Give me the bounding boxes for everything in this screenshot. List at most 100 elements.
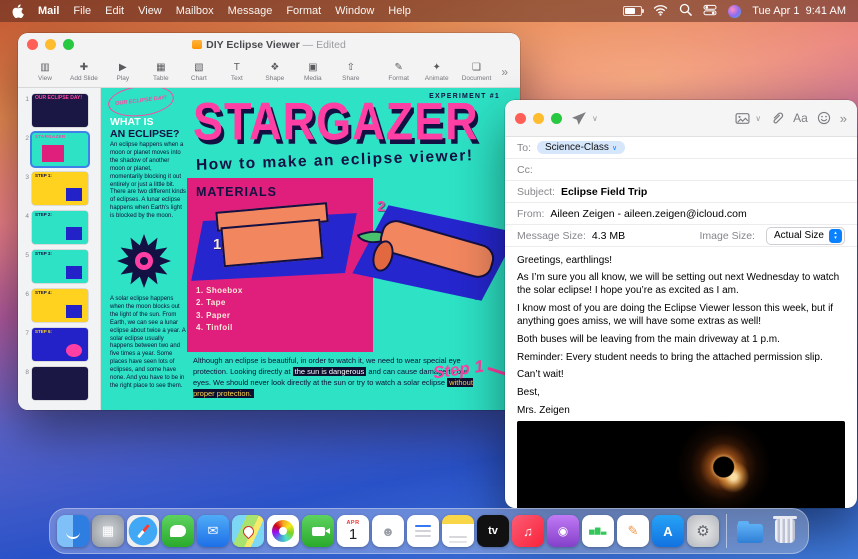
- dock-mail-icon[interactable]: ✉: [197, 515, 229, 547]
- from-field[interactable]: From: Aileen Zeigen - aileen.zeigen@iclo…: [505, 203, 857, 225]
- battery-icon[interactable]: [623, 6, 642, 16]
- keynote-toolbar-button[interactable]: ▣ Media: [294, 62, 332, 82]
- mail-message-body[interactable]: Greetings, earthlings!As I’m sure you al…: [505, 247, 857, 508]
- zoom-button[interactable]: [63, 39, 74, 50]
- dock-messages-icon[interactable]: [162, 515, 194, 547]
- message-paragraph: I know most of you are doing the Eclipse…: [517, 302, 845, 328]
- menu-item[interactable]: Format: [286, 5, 321, 17]
- keynote-titlebar[interactable]: DIY Eclipse Viewer — Edited: [18, 33, 520, 56]
- toolbar-button-icon: T: [234, 62, 240, 74]
- recipient-token[interactable]: Science-Class ∨: [537, 141, 625, 154]
- slide-thumbnail-row[interactable]: 5 STEP 3:: [19, 250, 97, 283]
- keynote-toolbar-button[interactable]: T Text: [218, 62, 256, 82]
- apple-menu[interactable]: [12, 4, 24, 18]
- keynote-toolbar-button[interactable]: ▶ Play: [104, 62, 142, 82]
- popup-arrows-icon: ▴ ▾: [829, 229, 842, 243]
- photo-browser-icon[interactable]: [735, 112, 750, 125]
- chevron-down-icon[interactable]: ∨: [592, 114, 598, 123]
- subject-field[interactable]: Subject: Eclipse Field Trip: [505, 181, 857, 203]
- keynote-toolbar-button[interactable]: ❖ Shape: [256, 62, 294, 82]
- slide-thumbnail-row[interactable]: 6 STEP 4:: [19, 289, 97, 322]
- dock-tv-icon[interactable]: tv: [477, 515, 509, 547]
- minimize-button[interactable]: [533, 113, 544, 124]
- paper-tube-illustration: [363, 198, 513, 306]
- dock-music-icon[interactable]: ♫: [512, 515, 544, 547]
- keynote-toolbar-button[interactable]: ▧ Chart: [180, 62, 218, 82]
- dock-numbers-icon[interactable]: ▅▇▃: [582, 515, 614, 547]
- dock-photos-icon[interactable]: [267, 515, 299, 547]
- dock-podcasts-icon[interactable]: ◉: [547, 515, 579, 547]
- dock-settings-icon[interactable]: ⚙: [687, 515, 719, 547]
- close-button[interactable]: [515, 113, 526, 124]
- chevron-down-icon[interactable]: ∨: [755, 114, 761, 123]
- minimize-button[interactable]: [45, 39, 56, 50]
- dock-app-store-icon[interactable]: A: [652, 515, 684, 547]
- toolbar-overflow-icon[interactable]: »: [497, 65, 512, 79]
- keynote-toolbar-button[interactable]: ▥ View: [26, 62, 64, 82]
- attachment-icon[interactable]: [770, 111, 784, 125]
- cc-field[interactable]: Cc:: [505, 159, 857, 181]
- keynote-toolbar-button[interactable]: ▦ Table: [142, 62, 180, 82]
- message-paragraph: Reminder: Every student needs to bring t…: [517, 351, 845, 364]
- dock-notes-icon[interactable]: [442, 515, 474, 547]
- slide-thumbnail-row[interactable]: 1 OUR ECLIPSE DAY!: [19, 94, 97, 127]
- toolbar-button-icon: ▶: [119, 62, 127, 74]
- materials-list-item: 2. Tape: [196, 297, 364, 309]
- toolbar-button-icon: ❖: [270, 62, 279, 74]
- keynote-toolbar-button[interactable]: ✦ Animate: [418, 62, 456, 82]
- dock-maps-icon[interactable]: [232, 515, 264, 547]
- dock-finder-icon[interactable]: [57, 515, 89, 547]
- slide-thumbnail-row[interactable]: 7 STEP 5:: [19, 328, 97, 361]
- to-field[interactable]: To: Science-Class ∨: [505, 137, 857, 159]
- dock-downloads-folder-icon[interactable]: [734, 515, 766, 547]
- dock-safari-icon[interactable]: [127, 515, 159, 547]
- slide-thumbnail-row[interactable]: 8: [19, 367, 97, 400]
- active-app-menu[interactable]: Mail: [38, 5, 59, 17]
- slide-paragraph: An eclipse happens when a moon or planet…: [110, 142, 186, 221]
- menu-item[interactable]: Message: [228, 5, 273, 17]
- highlighted-text: the sun is dangerous: [293, 367, 367, 376]
- dock-launchpad-icon[interactable]: ▦: [92, 515, 124, 547]
- image-size-popup[interactable]: Actual Size ▴ ▾: [766, 227, 845, 245]
- dock-calendar-icon[interactable]: APR 1: [337, 515, 369, 547]
- emoji-icon[interactable]: [817, 111, 831, 125]
- keynote-toolbar: ▥ View ✚ Add Slide ▶ Play ▦ Table ▧ Char…: [18, 56, 520, 88]
- slide-thumbnail-row[interactable]: 4 STEP 2:: [19, 211, 97, 244]
- keynote-toolbar-button[interactable]: ✎ Format: [380, 62, 418, 82]
- slide-thumbnail-row[interactable]: 3 STEP 1:: [19, 172, 97, 205]
- menu-bar-clock[interactable]: Tue Apr 1 9:41 AM: [752, 5, 846, 17]
- menu-item[interactable]: Mailbox: [176, 5, 214, 17]
- close-button[interactable]: [27, 39, 38, 50]
- control-center-icon[interactable]: [703, 4, 717, 19]
- menu-item[interactable]: Edit: [105, 5, 124, 17]
- document-proxy-icon: [192, 40, 202, 49]
- dock-trash-icon[interactable]: [769, 515, 801, 547]
- eclipse-photo-attachment[interactable]: [517, 421, 845, 508]
- menu-item[interactable]: View: [138, 5, 162, 17]
- send-icon[interactable]: [571, 111, 587, 126]
- menu-item[interactable]: Window: [335, 5, 374, 17]
- search-icon[interactable]: [679, 3, 692, 19]
- dock-reminders-icon[interactable]: [407, 515, 439, 547]
- dock-pages-icon[interactable]: ✎: [617, 515, 649, 547]
- menu-item[interactable]: Help: [388, 5, 411, 17]
- toolbar-button-icon: ⇧: [347, 62, 355, 74]
- wifi-icon[interactable]: [653, 4, 668, 19]
- menu-item[interactable]: File: [73, 5, 91, 17]
- dock-facetime-icon[interactable]: [302, 515, 334, 547]
- mail-toolbar[interactable]: ∨ ∨ Aa »: [505, 100, 857, 137]
- keynote-toolbar-button[interactable]: ⇧ Share: [332, 62, 370, 82]
- slide-title: STARGAZER: [193, 91, 479, 152]
- zoom-button[interactable]: [551, 113, 562, 124]
- siri-icon[interactable]: [728, 5, 741, 18]
- toolbar-button-icon: ▣: [308, 62, 317, 74]
- format-icon[interactable]: Aa: [793, 111, 808, 125]
- slide-thumbnail-row-selected[interactable]: 2 STARGAZER: [19, 133, 97, 166]
- keynote-toolbar-button[interactable]: ❏ Document: [456, 62, 498, 82]
- dock-contacts-icon[interactable]: ☻: [372, 515, 404, 547]
- experiment-label: EXPERIMENT #1: [429, 93, 500, 100]
- keynote-toolbar-button[interactable]: ✚ Add Slide: [64, 62, 104, 82]
- toolbar-overflow-icon[interactable]: »: [840, 111, 847, 126]
- slide-canvas[interactable]: OUR ECLIPSE DAY! WHAT IS AN ECLIPSE? An …: [101, 88, 520, 410]
- window-title: DIY Eclipse Viewer — Edited: [18, 39, 520, 51]
